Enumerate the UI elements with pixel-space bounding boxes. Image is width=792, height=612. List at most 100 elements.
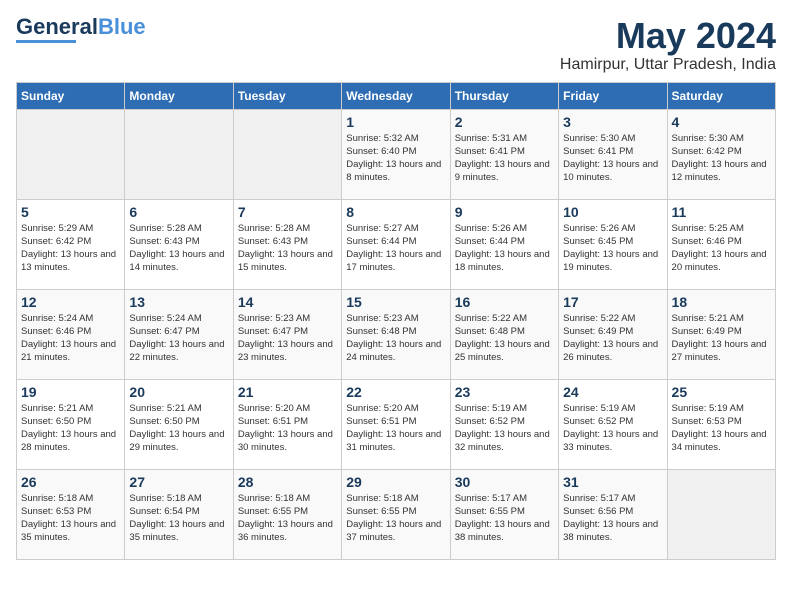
day-info: Sunrise: 5:24 AM Sunset: 6:46 PM Dayligh…: [21, 312, 120, 365]
day-number: 14: [238, 294, 337, 310]
calendar-cell: 3 Sunrise: 5:30 AM Sunset: 6:41 PM Daylig…: [559, 109, 667, 199]
day-info: Sunrise: 5:23 AM Sunset: 6:48 PM Dayligh…: [346, 312, 445, 365]
calendar-cell: 20 Sunrise: 5:21 AM Sunset: 6:50 PM Dayli…: [125, 379, 233, 469]
day-number: 12: [21, 294, 120, 310]
logo-text: GeneralBlue: [16, 16, 146, 38]
calendar-cell: 24 Sunrise: 5:19 AM Sunset: 6:52 PM Dayli…: [559, 379, 667, 469]
calendar-cell: 2 Sunrise: 5:31 AM Sunset: 6:41 PM Daylig…: [450, 109, 558, 199]
day-number: 7: [238, 204, 337, 220]
day-info: Sunrise: 5:19 AM Sunset: 6:52 PM Dayligh…: [455, 402, 554, 455]
header-cell-wednesday: Wednesday: [342, 82, 450, 109]
calendar-cell: 16Sunrise: 5:22 AM Sunset: 6:48 PM Dayli…: [450, 289, 558, 379]
day-number: 3: [563, 114, 662, 130]
calendar-week-5: 26Sunrise: 5:18 AM Sunset: 6:53 PM Dayli…: [17, 469, 776, 559]
day-number: 2: [455, 114, 554, 130]
day-number: 20: [129, 384, 228, 400]
day-info: Sunrise: 5:28 AM Sunset: 6:43 PM Dayligh…: [238, 222, 337, 275]
calendar-cell: 30Sunrise: 5:17 AM Sunset: 6:55 PM Dayli…: [450, 469, 558, 559]
day-info: Sunrise: 5:30 AM Sunset: 6:42 PM Dayligh…: [672, 132, 771, 185]
day-number: 9: [455, 204, 554, 220]
logo-underline: [16, 40, 76, 43]
calendar-table: SundayMondayTuesdayWednesdayThursdayFrid…: [16, 82, 776, 560]
calendar-cell: 29 Sunrise: 5:18 AM Sunset: 6:55 PM Dayli…: [342, 469, 450, 559]
calendar-cell: [17, 109, 125, 199]
day-number: 5: [21, 204, 120, 220]
calendar-header-row: SundayMondayTuesdayWednesdayThursdayFrid…: [17, 82, 776, 109]
header-cell-thursday: Thursday: [450, 82, 558, 109]
day-info: Sunrise: 5:29 AM Sunset: 6:42 PM Dayligh…: [21, 222, 120, 275]
calendar-cell: 9 Sunrise: 5:26 AM Sunset: 6:44 PM Daylig…: [450, 199, 558, 289]
calendar-cell: 13Sunrise: 5:24 AM Sunset: 6:47 PM Dayli…: [125, 289, 233, 379]
day-info: Sunrise: 5:26 AM Sunset: 6:44 PM Dayligh…: [455, 222, 554, 275]
day-number: 22: [346, 384, 445, 400]
day-info: Sunrise: 5:18 AM Sunset: 6:55 PM Dayligh…: [346, 492, 445, 545]
day-info: Sunrise: 5:26 AM Sunset: 6:45 PM Dayligh…: [563, 222, 662, 275]
day-info: Sunrise: 5:18 AM Sunset: 6:55 PM Dayligh…: [238, 492, 337, 545]
calendar-cell: 14Sunrise: 5:23 AM Sunset: 6:47 PM Dayli…: [233, 289, 341, 379]
calendar-cell: 5 Sunrise: 5:29 AM Sunset: 6:42 PM Daylig…: [17, 199, 125, 289]
calendar-cell: 26Sunrise: 5:18 AM Sunset: 6:53 PM Dayli…: [17, 469, 125, 559]
calendar-cell: 21 Sunrise: 5:20 AM Sunset: 6:51 PM Dayli…: [233, 379, 341, 469]
header-cell-saturday: Saturday: [667, 82, 775, 109]
day-info: Sunrise: 5:31 AM Sunset: 6:41 PM Dayligh…: [455, 132, 554, 185]
day-info: Sunrise: 5:21 AM Sunset: 6:50 PM Dayligh…: [129, 402, 228, 455]
calendar-cell: 17Sunrise: 5:22 AM Sunset: 6:49 PM Dayli…: [559, 289, 667, 379]
day-info: Sunrise: 5:22 AM Sunset: 6:48 PM Dayligh…: [455, 312, 554, 365]
day-number: 18: [672, 294, 771, 310]
location-title: Hamirpur, Uttar Pradesh, India: [560, 56, 776, 74]
day-info: Sunrise: 5:19 AM Sunset: 6:53 PM Dayligh…: [672, 402, 771, 455]
day-info: Sunrise: 5:20 AM Sunset: 6:51 PM Dayligh…: [346, 402, 445, 455]
calendar-week-3: 12 Sunrise: 5:24 AM Sunset: 6:46 PM Dayli…: [17, 289, 776, 379]
day-number: 24: [563, 384, 662, 400]
header-cell-monday: Monday: [125, 82, 233, 109]
day-info: Sunrise: 5:25 AM Sunset: 6:46 PM Dayligh…: [672, 222, 771, 275]
calendar-cell: 10 Sunrise: 5:26 AM Sunset: 6:45 PM Dayli…: [559, 199, 667, 289]
calendar-cell: 19 Sunrise: 5:21 AM Sunset: 6:50 PM Dayli…: [17, 379, 125, 469]
month-title: May 2024: [560, 16, 776, 56]
day-number: 23: [455, 384, 554, 400]
day-info: Sunrise: 5:21 AM Sunset: 6:49 PM Dayligh…: [672, 312, 771, 365]
day-info: Sunrise: 5:17 AM Sunset: 6:56 PM Dayligh…: [563, 492, 662, 545]
calendar-cell: 6Sunrise: 5:28 AM Sunset: 6:43 PM Daylig…: [125, 199, 233, 289]
calendar-cell: [233, 109, 341, 199]
day-number: 10: [563, 204, 662, 220]
calendar-cell: 7 Sunrise: 5:28 AM Sunset: 6:43 PM Daylig…: [233, 199, 341, 289]
calendar-week-4: 19 Sunrise: 5:21 AM Sunset: 6:50 PM Dayli…: [17, 379, 776, 469]
day-number: 19: [21, 384, 120, 400]
day-info: Sunrise: 5:20 AM Sunset: 6:51 PM Dayligh…: [238, 402, 337, 455]
day-info: Sunrise: 5:19 AM Sunset: 6:52 PM Dayligh…: [563, 402, 662, 455]
calendar-cell: [667, 469, 775, 559]
day-number: 25: [672, 384, 771, 400]
day-info: Sunrise: 5:21 AM Sunset: 6:50 PM Dayligh…: [21, 402, 120, 455]
header-cell-tuesday: Tuesday: [233, 82, 341, 109]
calendar-cell: 22 Sunrise: 5:20 AM Sunset: 6:51 PM Dayli…: [342, 379, 450, 469]
header-cell-sunday: Sunday: [17, 82, 125, 109]
calendar-cell: 25 Sunrise: 5:19 AM Sunset: 6:53 PM Dayli…: [667, 379, 775, 469]
calendar-week-2: 5 Sunrise: 5:29 AM Sunset: 6:42 PM Daylig…: [17, 199, 776, 289]
day-number: 21: [238, 384, 337, 400]
calendar-cell: 28Sunrise: 5:18 AM Sunset: 6:55 PM Dayli…: [233, 469, 341, 559]
day-number: 6: [129, 204, 228, 220]
day-number: 11: [672, 204, 771, 220]
day-number: 29: [346, 474, 445, 490]
day-number: 15: [346, 294, 445, 310]
calendar-cell: 4 Sunrise: 5:30 AM Sunset: 6:42 PM Daylig…: [667, 109, 775, 199]
calendar-cell: 27Sunrise: 5:18 AM Sunset: 6:54 PM Dayli…: [125, 469, 233, 559]
day-number: 4: [672, 114, 771, 130]
header-cell-friday: Friday: [559, 82, 667, 109]
calendar-cell: 23 Sunrise: 5:19 AM Sunset: 6:52 PM Dayli…: [450, 379, 558, 469]
header: GeneralBlue May 2024 Hamirpur, Uttar Pra…: [16, 16, 776, 74]
day-number: 30: [455, 474, 554, 490]
logo: GeneralBlue: [16, 16, 146, 43]
day-number: 17: [563, 294, 662, 310]
day-info: Sunrise: 5:30 AM Sunset: 6:41 PM Dayligh…: [563, 132, 662, 185]
title-area: May 2024 Hamirpur, Uttar Pradesh, India: [560, 16, 776, 74]
day-number: 26: [21, 474, 120, 490]
day-info: Sunrise: 5:18 AM Sunset: 6:54 PM Dayligh…: [129, 492, 228, 545]
calendar-cell: 15 Sunrise: 5:23 AM Sunset: 6:48 PM Dayli…: [342, 289, 450, 379]
day-info: Sunrise: 5:27 AM Sunset: 6:44 PM Dayligh…: [346, 222, 445, 275]
day-number: 8: [346, 204, 445, 220]
day-info: Sunrise: 5:32 AM Sunset: 6:40 PM Dayligh…: [346, 132, 445, 185]
day-number: 1: [346, 114, 445, 130]
calendar-cell: 8 Sunrise: 5:27 AM Sunset: 6:44 PM Daylig…: [342, 199, 450, 289]
